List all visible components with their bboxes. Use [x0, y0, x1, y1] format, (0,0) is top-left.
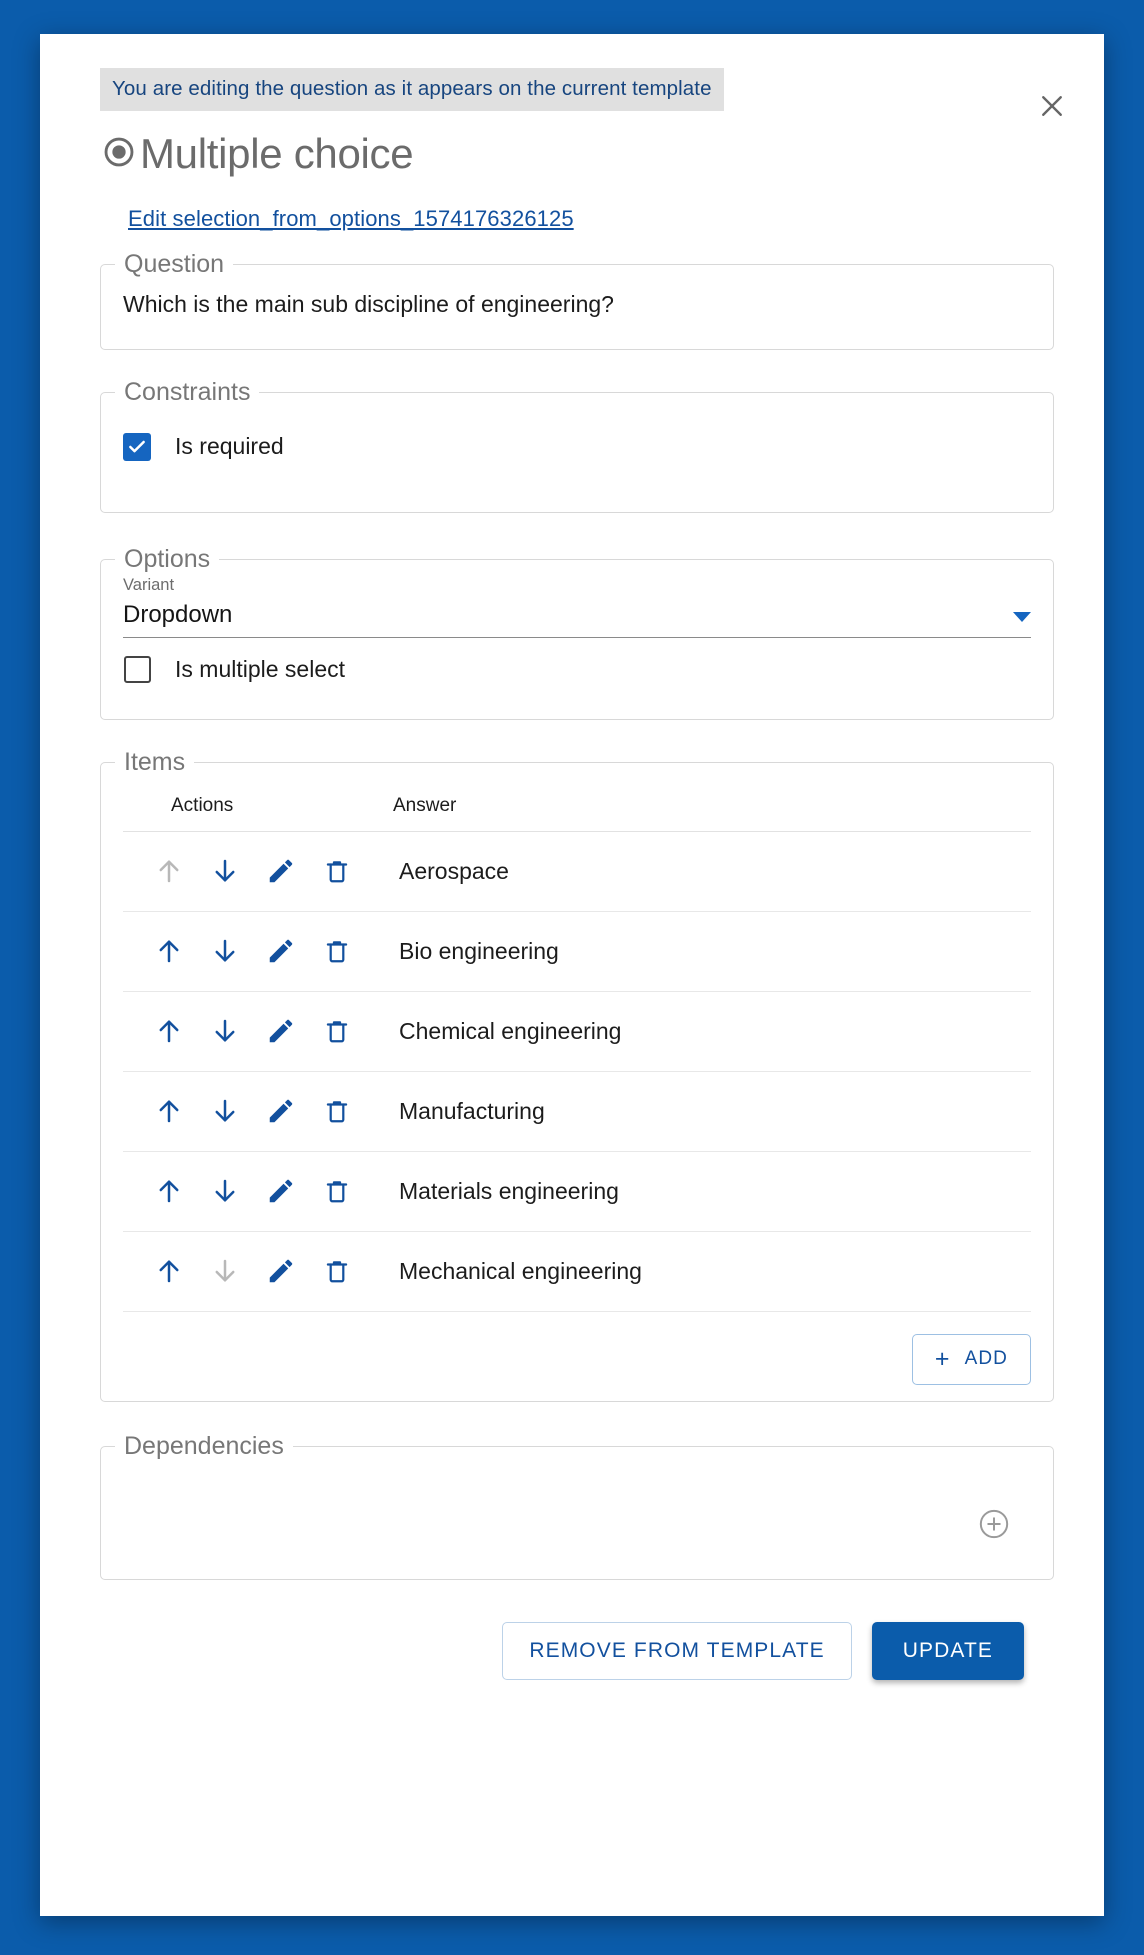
pencil-edit-icon[interactable] — [253, 843, 309, 899]
chevron-down-icon[interactable] — [1013, 611, 1031, 622]
variant-label: Variant — [123, 575, 175, 594]
row-answer-cell: Bio engineering — [393, 911, 1031, 992]
add-item-button[interactable]: + ADD — [911, 1333, 1031, 1385]
table-row: Materials engineering — [123, 1151, 1031, 1232]
trash-delete-icon[interactable] — [309, 843, 365, 899]
row-action-group — [123, 1083, 393, 1139]
arrow-down-icon — [197, 1243, 253, 1299]
dependencies-section: Dependencies — [100, 1431, 1054, 1580]
is-multiple-select-checkbox[interactable] — [124, 655, 151, 683]
pencil-edit-icon[interactable] — [253, 923, 309, 979]
items-table-body: Aerospace Bio engineering Chemical enginee… — [123, 831, 1031, 1312]
trash-delete-icon[interactable] — [309, 1163, 365, 1219]
question-text[interactable]: Which is the main sub discipline of engi… — [101, 279, 1053, 318]
row-answer-cell: Chemical engineering — [393, 991, 1031, 1072]
trash-delete-icon[interactable] — [309, 923, 365, 979]
row-answer-cell: Mechanical engineering — [393, 1231, 1031, 1312]
row-answer-cell: Materials engineering — [393, 1151, 1031, 1232]
editing-banner: You are editing the question as it appea… — [100, 68, 724, 111]
constraints-section: Constraints Is required — [100, 377, 1054, 513]
items-table: Actions Answer Aerospace Bio engineering C… — [123, 782, 1031, 1312]
row-actions-cell — [123, 1231, 393, 1312]
pencil-edit-icon[interactable] — [253, 1163, 309, 1219]
dialog-footer: REMOVE FROM TEMPLATE UPDATE — [72, 1580, 1064, 1680]
table-row: Bio engineering — [123, 911, 1031, 992]
table-row: Manufacturing — [123, 1071, 1031, 1152]
edit-question-link[interactable]: Edit selection_from_options_157417632612… — [128, 206, 574, 232]
is-multiple-select-label: Is multiple select — [175, 655, 346, 682]
row-actions-cell — [123, 991, 393, 1072]
trash-delete-icon[interactable] — [309, 1083, 365, 1139]
pencil-edit-icon[interactable] — [253, 1003, 309, 1059]
row-actions-cell — [123, 911, 393, 992]
variant-select[interactable]: Dropdown — [123, 595, 1031, 638]
arrow-up-icon[interactable] — [141, 1243, 197, 1299]
dependencies-legend: Dependencies — [124, 1431, 284, 1460]
row-actions-cell — [123, 1071, 393, 1152]
page-title: Multiple choice — [140, 130, 414, 178]
dialog-title-row: Multiple choice — [100, 133, 1064, 176]
table-row: Aerospace — [123, 831, 1031, 912]
items-header-row: Actions Answer — [123, 782, 1031, 832]
pencil-edit-icon[interactable] — [253, 1243, 309, 1299]
is-multiple-select-row[interactable]: Is multiple select — [101, 638, 1053, 683]
add-item-label: ADD — [964, 1348, 1008, 1370]
is-required-label: Is required — [175, 433, 284, 460]
row-action-group — [123, 923, 393, 979]
plus-icon: + — [934, 1344, 951, 1373]
arrow-down-icon[interactable] — [197, 1163, 253, 1219]
pencil-edit-icon[interactable] — [253, 1083, 309, 1139]
question-section: Question Which is the main sub disciplin… — [100, 249, 1054, 350]
items-table-head: Actions Answer — [123, 782, 1031, 832]
update-button[interactable]: UPDATE — [871, 1621, 1024, 1680]
row-action-group — [123, 1003, 393, 1059]
arrow-up-icon — [141, 843, 197, 899]
arrow-up-icon[interactable] — [141, 923, 197, 979]
remove-from-template-button[interactable]: REMOVE FROM TEMPLATE — [502, 1621, 852, 1680]
row-action-group — [123, 1163, 393, 1219]
trash-delete-icon[interactable] — [309, 1003, 365, 1059]
table-row: Mechanical engineering — [123, 1231, 1031, 1312]
arrow-down-icon[interactable] — [197, 923, 253, 979]
arrow-up-icon[interactable] — [141, 1163, 197, 1219]
variant-field-wrap: Variant Dropdown — [101, 574, 1053, 638]
row-action-group — [123, 1243, 393, 1299]
radio-button-icon — [100, 133, 138, 176]
variant-selected-value: Dropdown — [123, 600, 233, 628]
row-actions-cell — [123, 831, 393, 912]
items-legend: Items — [124, 747, 186, 776]
row-action-group — [123, 843, 393, 899]
table-row: Chemical engineering — [123, 991, 1031, 1072]
trash-delete-icon[interactable] — [309, 1243, 365, 1299]
row-answer-cell: Aerospace — [393, 831, 1031, 912]
plus-circle-icon[interactable] — [977, 1507, 1011, 1541]
is-required-row[interactable]: Is required — [101, 407, 1053, 461]
edit-question-dialog: You are editing the question as it appea… — [40, 34, 1104, 1916]
arrow-down-icon[interactable] — [197, 843, 253, 899]
question-legend: Question — [124, 249, 225, 278]
arrow-down-icon[interactable] — [197, 1003, 253, 1059]
arrow-down-icon[interactable] — [197, 1083, 253, 1139]
constraints-legend: Constraints — [124, 377, 251, 406]
arrow-up-icon[interactable] — [141, 1083, 197, 1139]
add-item-row: + ADD — [101, 1312, 1053, 1385]
column-header-actions: Actions — [123, 782, 393, 832]
row-actions-cell — [123, 1151, 393, 1232]
close-icon[interactable] — [1028, 82, 1076, 130]
row-answer-cell: Manufacturing — [393, 1071, 1031, 1152]
is-required-checkbox[interactable] — [123, 432, 151, 461]
options-section: Options Variant Dropdown Is multiple sel… — [100, 544, 1054, 720]
options-legend: Options — [124, 544, 211, 573]
arrow-up-icon[interactable] — [141, 1003, 197, 1059]
column-header-answer: Answer — [393, 782, 1031, 832]
items-section: Items Actions Answer Aerospace Bio engine… — [100, 747, 1054, 1402]
